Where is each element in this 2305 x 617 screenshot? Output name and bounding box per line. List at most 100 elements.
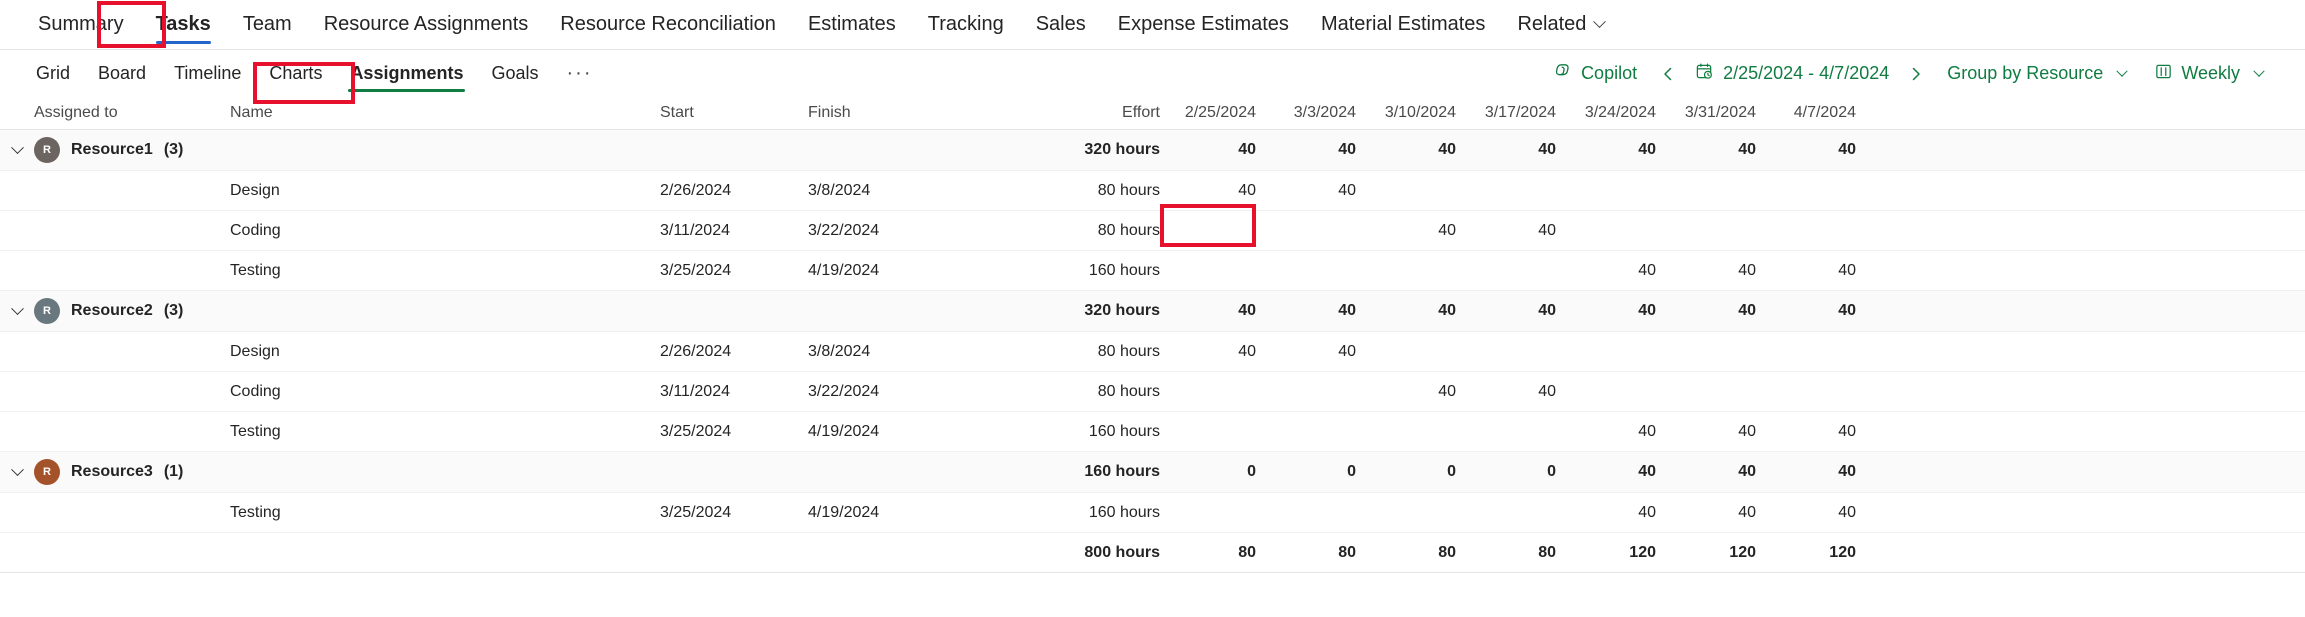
avatar: R [34,298,60,324]
subtab-assignments[interactable]: Assignments [336,50,477,97]
nav-item-material-estimates[interactable]: Material Estimates [1305,0,1502,50]
resource-identity: R Resource1 (3) [34,137,230,163]
task-week-cell[interactable]: 40 [1478,222,1578,240]
table-row[interactable]: Testing 3/25/2024 4/19/2024 160 hours 40 40 40 [0,493,2305,533]
subtab-goals[interactable]: Goals [477,50,552,97]
task-start-date: 3/25/2024 [660,503,732,521]
expand-collapse-toggle[interactable] [0,301,34,316]
subtab-timeline[interactable]: Timeline [160,50,255,97]
expand-collapse-toggle[interactable] [0,462,34,477]
table-row[interactable]: Design 2/26/2024 3/8/2024 80 hours 40 40 [0,332,2305,372]
subtab-board[interactable]: Board [84,50,160,97]
resource-task-count: (3) [163,302,184,319]
group-week-value: 40 [1238,302,1256,319]
avatar: R [34,459,60,485]
nav-item-related[interactable]: Related [1501,0,1620,50]
task-week-cell[interactable]: 40 [1578,423,1678,441]
task-week-cell[interactable]: 40 [1278,182,1378,200]
column-header-week-2: 3/3/2024 [1293,104,1356,121]
task-name: Design [230,342,280,360]
subtab-charts[interactable]: Charts [255,50,336,97]
task-effort: 80 hours [1097,221,1160,239]
period-dropdown[interactable]: Weekly [2140,57,2277,91]
table-row[interactable]: Design 2/26/2024 3/8/2024 80 hours 40 40 [0,171,2305,211]
task-start-date: 3/11/2024 [660,221,730,239]
task-week-cell[interactable]: 40 [1378,222,1478,240]
date-range-picker[interactable]: 2/25/2024 - 4/7/2024 [1685,57,1899,91]
table-row[interactable]: Testing 3/25/2024 4/19/2024 160 hours 40 40 40 [0,251,2305,291]
copilot-icon [1553,61,1573,86]
table-row[interactable]: Coding 3/11/2024 3/22/2024 80 hours 40 40 [0,211,2305,251]
nav-item-team[interactable]: Team [227,0,308,50]
total-week-value: 80 [1238,543,1256,561]
task-week-cell[interactable]: 40 [1578,504,1678,522]
assignments-table: Assigned to Name Start Finish Effort 2/25/202… [0,97,2305,591]
task-week-cell[interactable]: 40 [1678,504,1778,522]
group-week-value: 0 [1347,463,1356,480]
task-finish-date: 4/19/2024 [808,261,880,279]
nav-item-label: Estimates [807,13,896,35]
nav-item-label: Expense Estimates [1117,13,1289,35]
task-week-cell[interactable]: 40 [1778,262,1878,280]
nav-item-resource-assignments[interactable]: Resource Assignments [308,0,545,50]
task-name: Testing [230,503,281,521]
next-period-button[interactable] [1899,57,1933,91]
resource-group-row[interactable]: R Resource2 (3) 320 hours 40 40 40 40 40 40 40 [0,291,2305,332]
resource-name: Resource1 [71,141,153,158]
group-week-value: 40 [1438,302,1456,319]
nav-item-estimates[interactable]: Estimates [792,0,912,50]
task-effort: 160 hours [1088,503,1160,521]
subtab-label: Charts [269,63,323,83]
task-week-cell[interactable]: 40 [1278,343,1378,361]
group-week-value: 0 [1247,463,1256,480]
task-week-cell[interactable]: 40 [1778,504,1878,522]
copilot-button[interactable]: Copilot [1539,57,1651,91]
task-week-cell[interactable]: 40 [1478,383,1578,401]
task-week-cell[interactable]: 40 [1678,262,1778,280]
group-week-value: 40 [1238,141,1256,158]
table-row[interactable]: Coding 3/11/2024 3/22/2024 80 hours 40 40 [0,372,2305,412]
task-week-cell[interactable]: 40 [1178,343,1278,361]
group-week-value: 40 [1638,141,1656,158]
task-week-cell[interactable]: 40 [1378,383,1478,401]
nav-item-label: Sales [1035,13,1086,35]
nav-item-label: Resource Assignments [323,13,529,35]
group-week-value: 40 [1538,302,1556,319]
task-name: Coding [230,221,281,239]
resource-group-row[interactable]: R Resource1 (3) 320 hours 40 40 40 40 40 40 40 [0,130,2305,171]
task-effort: 160 hours [1088,422,1160,440]
group-by-dropdown[interactable]: Group by Resource [1933,57,2140,91]
chevron-down-icon [1593,15,1607,29]
nav-item-resource-reconciliation[interactable]: Resource Reconciliation [544,0,792,50]
chevron-down-icon [10,140,24,154]
task-week-cell[interactable]: 40 [1778,423,1878,441]
group-week-value: 0 [1547,463,1556,480]
nav-item-label: Tasks [155,13,211,35]
resource-name: Resource2 [71,302,153,319]
previous-period-button[interactable] [1651,57,1685,91]
chevron-down-icon [10,462,24,476]
subtab-grid[interactable]: Grid [22,50,84,97]
nav-item-sales[interactable]: Sales [1020,0,1102,50]
table-row[interactable]: Testing 3/25/2024 4/19/2024 160 hours 40 40 40 [0,412,2305,452]
nav-item-tasks[interactable]: Tasks [140,0,227,50]
task-name: Design [230,181,280,199]
nav-item-expense-estimates[interactable]: Expense Estimates [1102,0,1305,50]
task-week-cell[interactable]: 40 [1178,182,1278,200]
total-effort: 800 hours [1084,543,1160,561]
nav-item-summary[interactable]: Summary [22,0,140,50]
more-tabs-button[interactable]: ··· [553,62,607,85]
resource-group-row[interactable]: R Resource3 (1) 160 hours 0 0 0 0 40 40 40 [0,452,2305,493]
task-start-date: 2/26/2024 [660,342,732,360]
column-header-week-6: 3/31/2024 [1684,104,1756,121]
expand-collapse-toggle[interactable] [0,140,34,155]
grand-total-row: 800 hours 80 80 80 80 120 120 120 [0,533,2305,573]
task-start-date: 3/25/2024 [660,261,732,279]
task-week-cell[interactable]: 40 [1678,423,1778,441]
calendar-icon [1695,62,1714,86]
group-week-value: 40 [1838,141,1856,158]
task-name: Testing [230,422,281,440]
task-week-cell[interactable]: 40 [1578,262,1678,280]
nav-item-tracking[interactable]: Tracking [912,0,1020,50]
toolbar-right-group: Copilot 2/25/2024 - 4/7/2024 Group by Re… [1539,50,2277,97]
